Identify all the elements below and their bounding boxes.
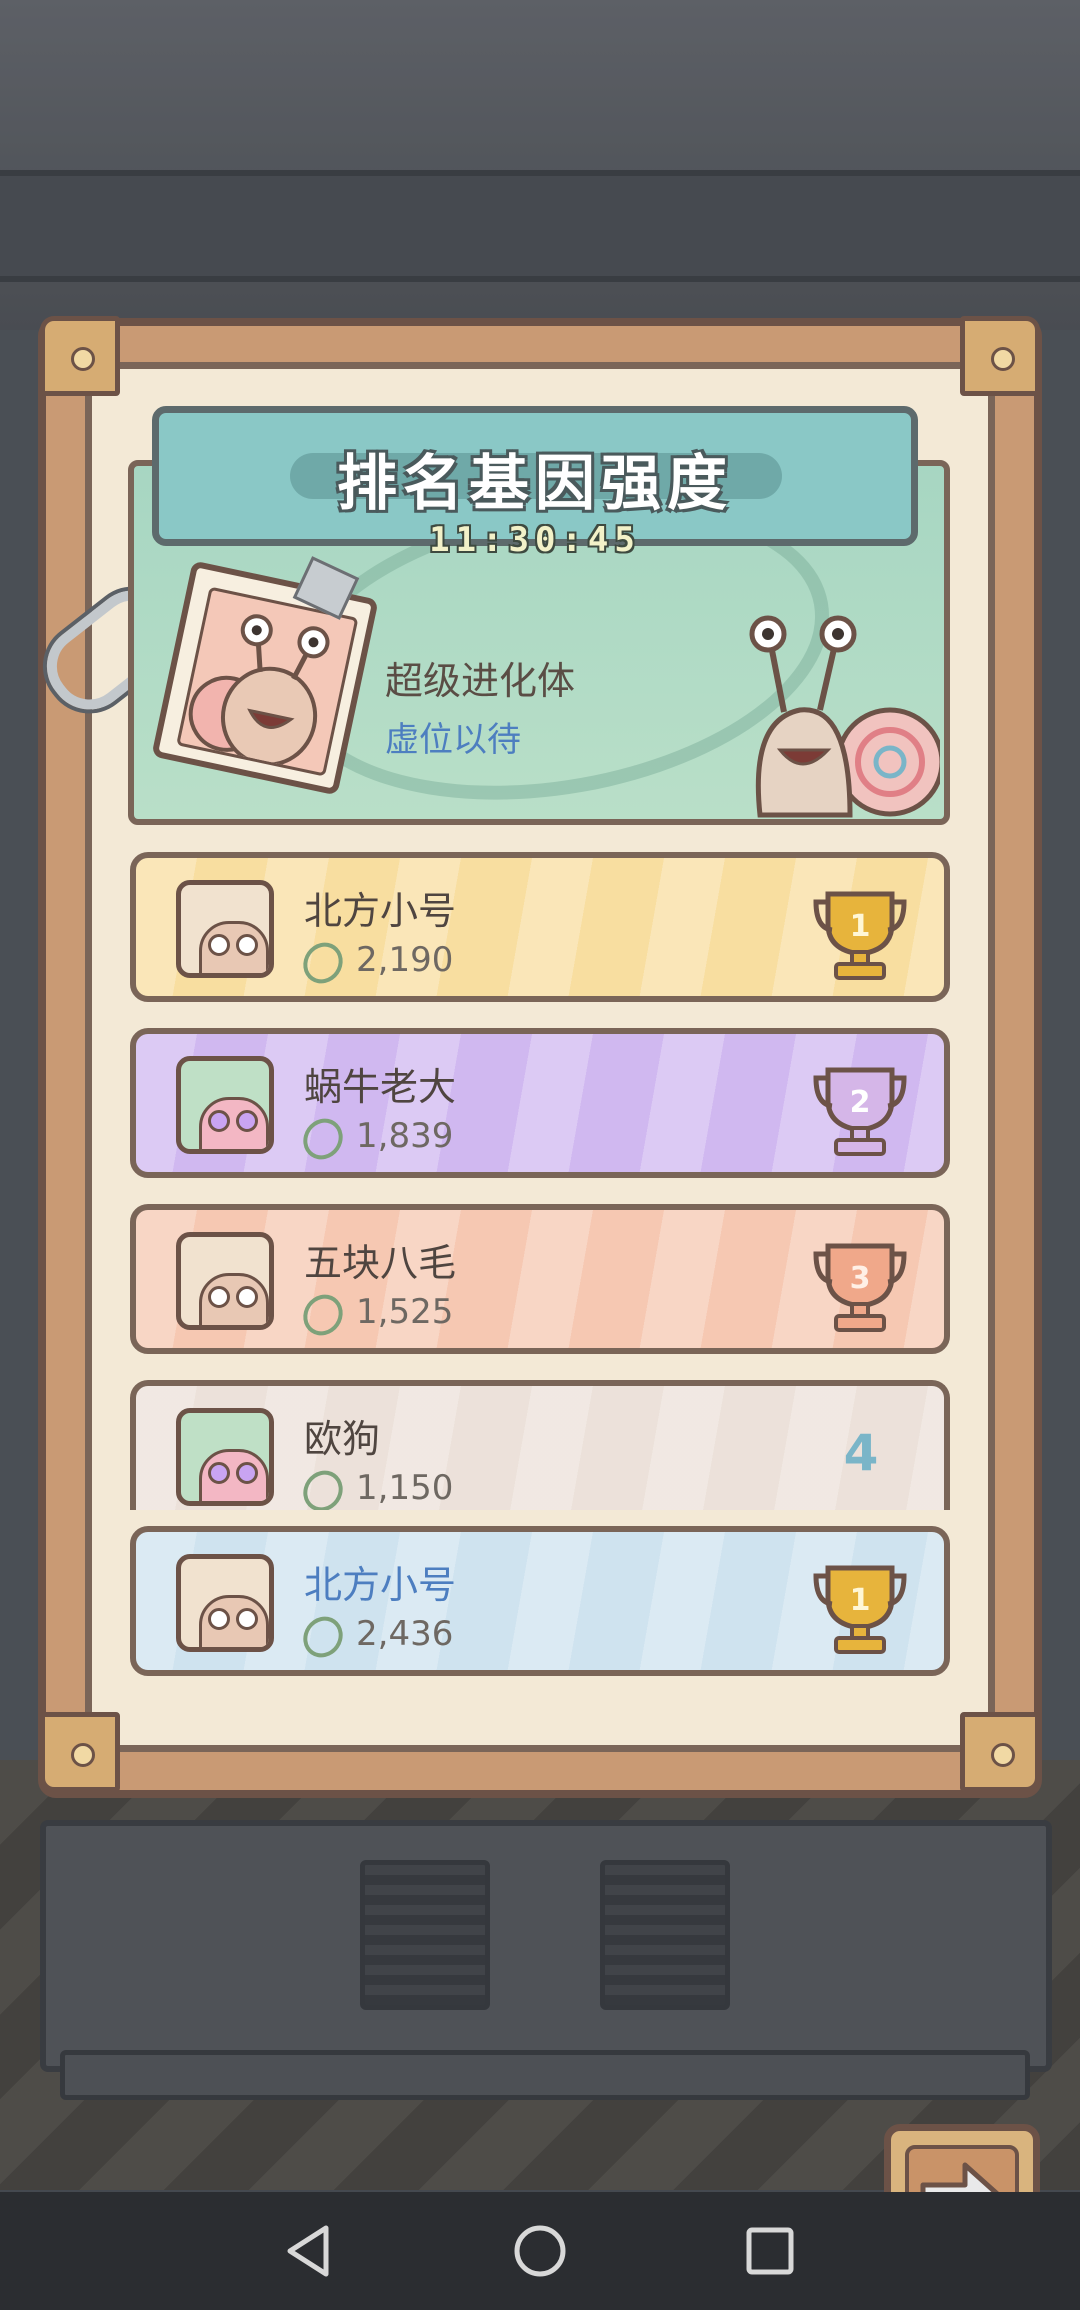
player-avatar: [176, 1408, 274, 1506]
board-corner-bracket: [40, 1712, 120, 1792]
snail-mascot-icon: [749, 615, 940, 818]
player-avatar: [176, 1056, 274, 1154]
board-corner-bracket: [960, 1712, 1040, 1792]
board-corner-bracket: [960, 316, 1040, 396]
countdown-timer: 11:30:45: [429, 520, 641, 560]
board-corner-bracket: [40, 316, 120, 396]
recents-square-icon[interactable]: [735, 2216, 805, 2286]
trophy-rank-label: 3: [850, 1261, 871, 1296]
back-triangle-icon[interactable]: [274, 2216, 344, 2286]
gene-score: 1,839: [356, 1116, 454, 1156]
player-avatar: [176, 1554, 274, 1652]
snail-face-icon: [199, 921, 269, 973]
snail-face-icon: [199, 1449, 269, 1501]
snail-face-icon: [199, 1273, 269, 1325]
trophy-rank-label: 1: [850, 1583, 871, 1618]
home-circle-icon[interactable]: [505, 2216, 575, 2286]
gene-score: 2,190: [356, 940, 454, 980]
page-title: 排名基因强度: [337, 449, 733, 519]
player-name: 蜗牛老大: [304, 1065, 457, 1109]
gold-trophy-icon: 1: [813, 1565, 907, 1654]
trophy-rank-label: 2: [850, 1085, 871, 1120]
gene-score: 1,525: [356, 1292, 454, 1332]
ranking-row-3[interactable]: 五块八毛 1,525 3: [130, 1204, 950, 1354]
player-avatar: [176, 1232, 274, 1330]
ranking-row-2[interactable]: 蜗牛老大 1,839 2: [130, 1028, 950, 1178]
featured-status: 虚位以待: [385, 720, 521, 760]
snail-face-icon: [188, 614, 330, 767]
silver-trophy-icon: 2: [813, 1067, 907, 1156]
snail-face-icon: [199, 1097, 269, 1149]
player-name: 北方小号: [304, 1563, 457, 1607]
self-ranking-row[interactable]: 北方小号 2,436 1: [130, 1526, 950, 1676]
featured-label: 超级进化体: [385, 659, 576, 703]
bronze-trophy-icon: 3: [813, 1243, 907, 1332]
rank-number: 4: [843, 1424, 879, 1482]
system-navigation-bar: [0, 2192, 1080, 2310]
ranking-row-4[interactable]: 欧狗 1,150 4: [130, 1380, 950, 1510]
gold-trophy-icon: 1: [813, 891, 907, 980]
player-name: 五块八毛: [304, 1241, 457, 1285]
ranking-row-1[interactable]: 北方小号 2,190 1: [130, 852, 950, 1002]
player-name: 北方小号: [304, 889, 457, 933]
gene-score: 1,150: [356, 1468, 454, 1508]
gene-score: 2,436: [356, 1614, 454, 1654]
snail-face-icon: [199, 1595, 269, 1647]
player-avatar: [176, 880, 274, 978]
player-name: 欧狗: [304, 1417, 381, 1461]
trophy-rank-label: 1: [850, 909, 871, 944]
